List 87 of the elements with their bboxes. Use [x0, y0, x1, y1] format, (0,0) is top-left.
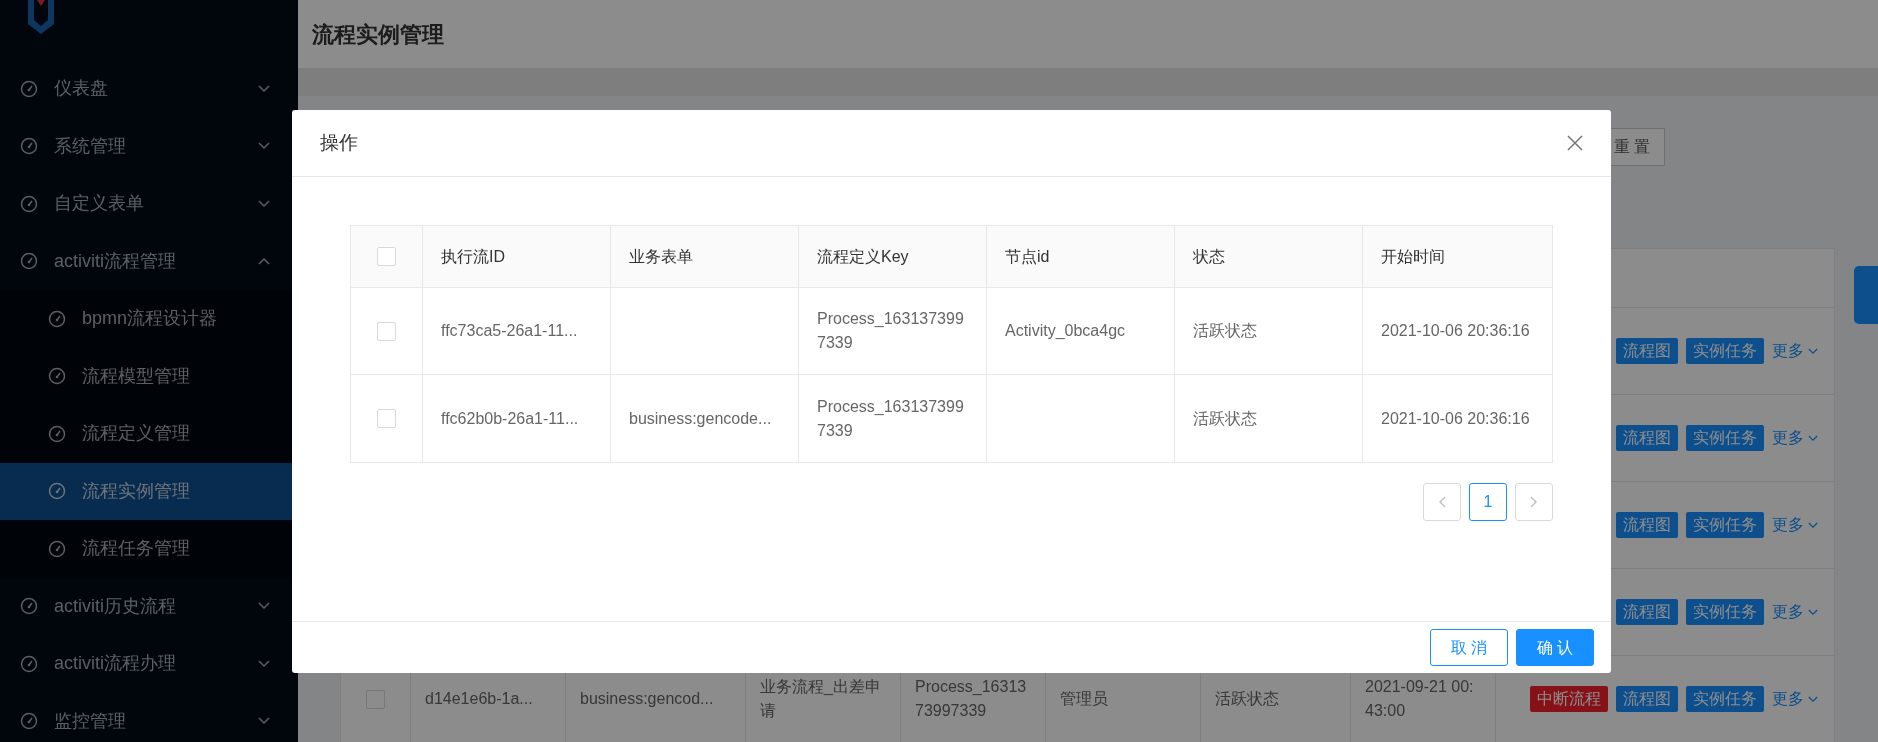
previous-page-button[interactable] [1423, 483, 1461, 521]
table-cell-text: Process_1631373997339 [817, 309, 965, 353]
dashboard-icon [20, 194, 38, 213]
table-cell-text: 活跃状态 [1215, 689, 1279, 709]
table-cell-text: ffc73ca5-26a1-11... [441, 321, 578, 341]
column-header: 状态 [1193, 246, 1225, 267]
table-cell-text: 2021-10-06 20:36:16 [1381, 408, 1530, 429]
chevron-right-icon [1530, 496, 1538, 508]
dashboard-icon [20, 597, 38, 616]
dashboard-icon [48, 424, 66, 443]
chevron-icon [258, 142, 270, 151]
side-tab[interactable] [1854, 266, 1878, 324]
chevron-left-icon [1438, 496, 1446, 508]
table-cell-text: 2021-09-21 00:43:00 [1365, 677, 1475, 721]
dashboard-icon [20, 252, 38, 271]
table-cell-text: Process_1631373997339 [817, 396, 965, 441]
chevron-icon [258, 602, 270, 611]
menu-item[interactable]: 监控管理 [0, 692, 298, 742]
column-header: 业务表单 [629, 246, 693, 267]
table-cell-text: Activity_0bca4gc [1005, 321, 1126, 341]
dashboard-icon [48, 482, 66, 501]
action-button[interactable]: 流程图 [1616, 599, 1678, 625]
menu-item[interactable]: activiti流程办理 [0, 635, 298, 693]
more-link[interactable]: 更多 [1772, 338, 1818, 364]
row-checkbox[interactable] [377, 409, 396, 428]
table-cell-text: 业务流程_出差申请 [760, 677, 882, 721]
table-cell-text: d14e1e6b-1a... [425, 689, 533, 709]
action-button[interactable]: 实例任务 [1686, 425, 1764, 451]
chevron-icon [258, 659, 270, 668]
menu-item[interactable]: 系统管理 [0, 117, 298, 175]
chevron-icon [1808, 521, 1818, 529]
cancel-button[interactable]: 取 消 [1430, 629, 1508, 666]
chevron-icon [1808, 434, 1818, 442]
chevron-icon [258, 84, 270, 93]
select-all-checkbox[interactable] [377, 247, 396, 266]
column-header: 执行流ID [441, 246, 505, 267]
action-button[interactable]: 实例任务 [1686, 599, 1764, 625]
action-button[interactable]: 流程图 [1616, 425, 1678, 451]
chevron-icon [258, 717, 270, 726]
dashboard-icon [20, 712, 38, 731]
next-page-button[interactable] [1515, 483, 1553, 521]
menu-item[interactable]: activiti流程管理 [0, 232, 298, 290]
page-button[interactable]: 1 [1469, 483, 1507, 521]
menu-item[interactable]: 自定义表单 [0, 175, 298, 233]
table-cell-text: business:gencode... [629, 408, 772, 429]
action-button[interactable]: 流程图 [1616, 338, 1678, 364]
dashboard-icon [48, 539, 66, 558]
menu-item[interactable]: 仪表盘 [0, 60, 298, 118]
menu-item[interactable]: bpmn流程设计器 [0, 290, 298, 348]
action-button[interactable]: 实例任务 [1686, 512, 1764, 538]
table-cell-text: ffc62b0b-26a1-11... [441, 408, 579, 429]
dashboard-icon [20, 654, 38, 673]
table-cell-text: 活跃状态 [1193, 321, 1257, 341]
dashboard-icon [20, 79, 38, 98]
chevron-icon [258, 257, 270, 266]
more-link[interactable]: 更多 [1772, 599, 1818, 625]
more-link[interactable]: 更多 [1772, 512, 1818, 538]
action-button[interactable]: 实例任务 [1686, 338, 1764, 364]
stop-button[interactable]: 中断流程 [1530, 686, 1608, 712]
close-icon[interactable] [1567, 135, 1583, 151]
table-cell-text: business:gencod... [580, 689, 714, 709]
column-header: 节点id [1005, 246, 1050, 267]
table-cell-text: 2021-10-06 20:36:16 [1381, 321, 1530, 341]
dashboard-icon [48, 367, 66, 386]
chevron-icon [258, 199, 270, 208]
confirm-button[interactable]: 确 认 [1516, 629, 1594, 666]
menu-item[interactable]: 流程定义管理 [0, 405, 298, 463]
column-header: 流程定义Key [817, 246, 909, 267]
table-cell-text: 管理员 [1060, 689, 1108, 709]
menu-item[interactable]: 流程任务管理 [0, 520, 298, 578]
chevron-icon [1808, 608, 1818, 616]
table-cell-text: 活跃状态 [1193, 408, 1257, 429]
dashboard-icon [48, 309, 66, 328]
dashboard-icon [20, 137, 38, 156]
more-link[interactable]: 更多 [1772, 425, 1818, 451]
chevron-icon [1808, 695, 1818, 703]
menu-item[interactable]: 流程模型管理 [0, 347, 298, 405]
dialog-title: 操作 [320, 130, 358, 155]
action-button[interactable]: 流程图 [1616, 512, 1678, 538]
chevron-icon [1808, 347, 1818, 355]
page-title: 流程实例管理 [312, 20, 444, 49]
row-checkbox[interactable] [377, 321, 396, 341]
action-button[interactable]: 实例任务 [1686, 686, 1764, 712]
column-header: 开始时间 [1381, 246, 1445, 267]
table-cell-text: Process_1631373997339 [915, 677, 1028, 721]
more-link[interactable]: 更多 [1772, 686, 1818, 712]
action-button[interactable]: 流程图 [1616, 686, 1678, 712]
